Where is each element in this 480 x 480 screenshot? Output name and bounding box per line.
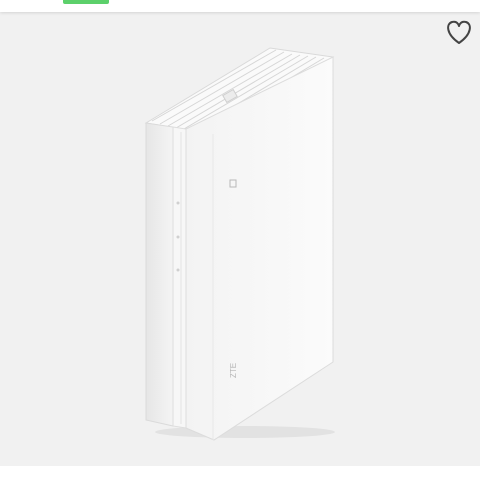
router-device-image: ZTE [144, 47, 335, 441]
zte-brand-mark: ZTE [229, 363, 238, 378]
status-badge [63, 0, 109, 4]
top-bar [0, 0, 480, 12]
heart-outline-icon[interactable] [442, 16, 476, 48]
